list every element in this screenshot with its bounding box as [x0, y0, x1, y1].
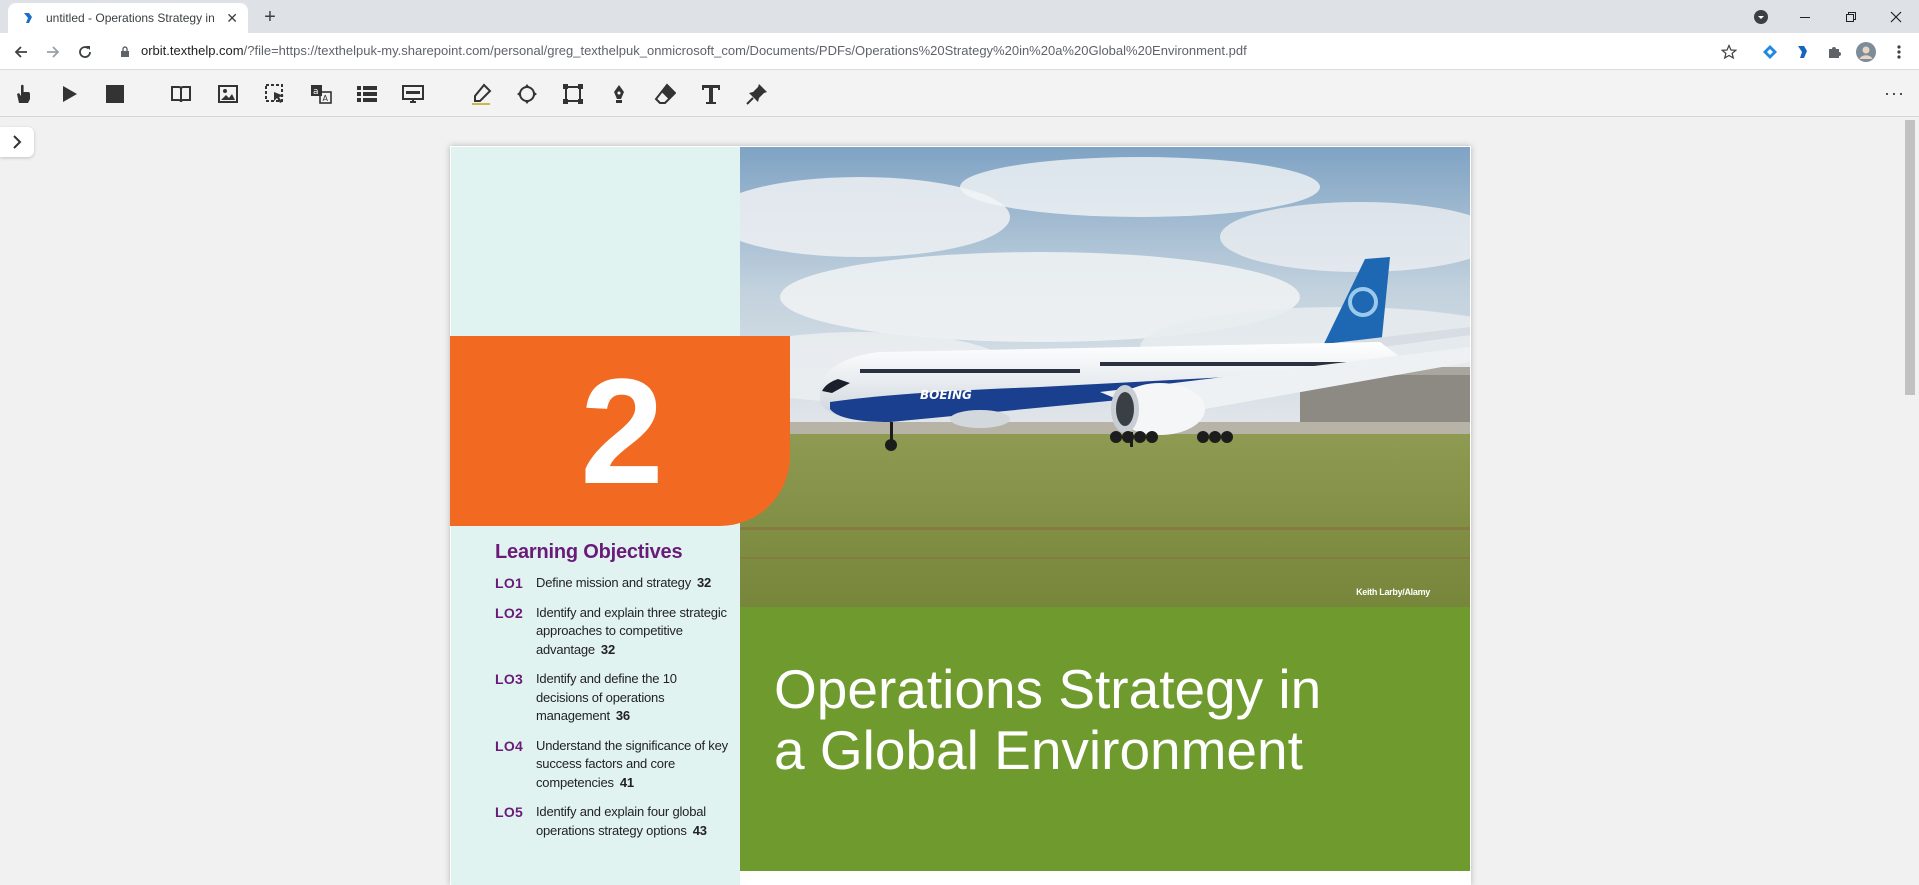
screen-mask-icon[interactable]	[400, 81, 426, 107]
list-icon[interactable]	[354, 81, 380, 107]
new-tab-button[interactable]: +	[258, 6, 282, 30]
crop-icon[interactable]	[560, 81, 586, 107]
learning-objective: LO2 Identify and explain three strategic…	[495, 604, 730, 660]
chapter-number: 2	[580, 347, 663, 515]
lock-icon[interactable]	[120, 45, 130, 63]
lo-text: Define mission and strategy	[536, 575, 692, 590]
play-icon[interactable]	[56, 81, 82, 107]
pdf-page: 787 BOEING	[450, 146, 1471, 885]
lo-page-number: 32	[697, 575, 712, 590]
learning-objective: LO1 Define mission and strategy 32	[495, 574, 730, 593]
close-window-icon[interactable]	[1873, 0, 1919, 33]
highlighter-icon[interactable]	[468, 81, 494, 107]
learning-objective: LO5 Identify and explain four global ope…	[495, 803, 730, 840]
address-bar[interactable]: orbit.texthelp.com/?file=https://texthel…	[141, 43, 1247, 58]
profile-avatar-icon[interactable]	[1856, 42, 1876, 62]
reload-icon[interactable]	[72, 39, 98, 65]
move-icon[interactable]	[514, 81, 540, 107]
minimize-icon[interactable]	[1782, 0, 1828, 33]
pen-icon[interactable]	[606, 81, 632, 107]
lo-code: LO1	[495, 575, 524, 591]
lo-text: Identify and define the 10 decisions of …	[536, 671, 677, 723]
text-icon[interactable]	[698, 81, 724, 107]
lo-code: LO4	[495, 737, 524, 754]
orbit-extension-icon[interactable]	[1792, 42, 1812, 62]
extension-diamond-icon[interactable]	[1760, 42, 1780, 62]
tab-strip: untitled - Operations Strategy in ✕ +	[0, 0, 1919, 33]
chapter-title-line-1: Operations Strategy in	[774, 658, 1322, 720]
lo-page-number: 32	[600, 641, 615, 657]
browser-tab[interactable]: untitled - Operations Strategy in ✕	[8, 3, 248, 33]
translate-icon[interactable]: aA	[308, 81, 334, 107]
lo-text: Identify and explain four global operati…	[536, 804, 706, 838]
forward-arrow-icon[interactable]	[40, 39, 66, 65]
eraser-icon[interactable]	[652, 81, 678, 107]
profile-dropdown-icon[interactable]	[1738, 0, 1784, 33]
tab-title: untitled - Operations Strategy in	[46, 11, 215, 25]
back-arrow-icon[interactable]	[8, 39, 34, 65]
pin-icon[interactable]	[744, 81, 770, 107]
lo-code: LO3	[495, 671, 524, 687]
lo-page-number: 41	[619, 774, 634, 790]
url-path: /?file=https://texthelpuk-my.sharepoint.…	[243, 43, 1247, 58]
aircraft-photo: 787 BOEING	[740, 147, 1470, 607]
orbit-toolbar: aA ···	[0, 71, 1919, 117]
bookmark-star-icon[interactable]	[1719, 42, 1739, 62]
stop-icon[interactable]	[102, 81, 128, 107]
scrollbar-thumb[interactable]	[1905, 120, 1915, 395]
learning-objective: LO4 Understand the significance of key s…	[495, 737, 730, 793]
lo-page-number: 36	[615, 708, 630, 723]
extensions-puzzle-icon[interactable]	[1824, 42, 1844, 62]
tab-close-icon[interactable]: ✕	[226, 11, 238, 25]
svg-text:a: a	[313, 87, 319, 97]
selection-icon[interactable]	[262, 81, 288, 107]
lo-text: Identify and explain three strategic app…	[536, 604, 727, 657]
lo-page-number: 43	[692, 822, 707, 838]
lo-code: LO2	[495, 604, 524, 621]
learning-objective: LO3 Identify and define the 10 decisions…	[495, 670, 730, 726]
book-icon[interactable]	[168, 81, 194, 107]
chapter-number-block: 2	[450, 336, 790, 526]
learning-objectives-list: LO1 Define mission and strategy 32 LO2 Id…	[495, 574, 730, 851]
learning-objectives-heading: Learning Objectives	[495, 541, 683, 563]
restore-icon[interactable]	[1828, 0, 1874, 33]
image-icon[interactable]	[215, 81, 241, 107]
sidebar-toggle-button[interactable]	[0, 127, 34, 157]
chapter-title: Operations Strategy in a Global Environm…	[774, 659, 1321, 781]
chrome-menu-icon[interactable]	[1889, 42, 1909, 62]
svg-text:A: A	[323, 94, 329, 103]
boeing-livery-text: BOEING	[920, 388, 972, 402]
chevron-right-icon	[13, 135, 22, 149]
lo-code: LO5	[495, 804, 524, 820]
url-host: orbit.texthelp.com	[141, 43, 244, 58]
hand-pointer-icon[interactable]	[10, 81, 36, 107]
orbit-favicon-icon	[20, 10, 36, 26]
browser-toolbar: orbit.texthelp.com/?file=https://texthel…	[0, 33, 1919, 70]
photo-credit: Keith Larby/Alamy	[1356, 587, 1430, 597]
chapter-title-block: Operations Strategy in a Global Environm…	[740, 607, 1470, 871]
more-options-icon[interactable]: ···	[1884, 83, 1905, 104]
chapter-title-line-2: a Global Environment	[774, 719, 1303, 781]
